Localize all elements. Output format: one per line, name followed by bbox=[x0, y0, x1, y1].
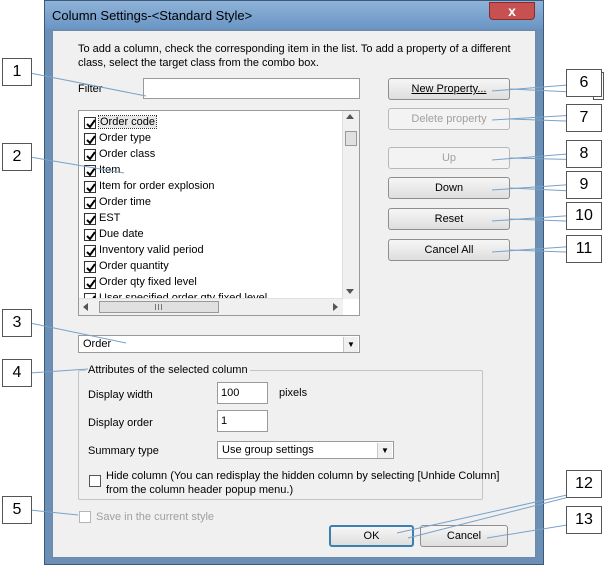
callout-9: 9 bbox=[566, 171, 602, 199]
leader-line-5 bbox=[29, 509, 79, 516]
callout-6: 6 bbox=[566, 69, 602, 97]
callout-1: 1 bbox=[2, 58, 32, 86]
leader-line-13 bbox=[486, 524, 568, 539]
callout-leader-lines bbox=[29, 72, 594, 539]
callout-10: 10 bbox=[566, 202, 602, 230]
callout-7: 7 bbox=[566, 104, 602, 132]
callout-11: 11 bbox=[566, 235, 602, 263]
callout-2: 2 bbox=[2, 143, 32, 171]
callout-8: 8 bbox=[566, 140, 602, 168]
leader-line-12a bbox=[396, 494, 568, 534]
leader-line-4 bbox=[29, 368, 89, 374]
leader-line-12b bbox=[407, 495, 574, 539]
callout-12: 12 bbox=[566, 470, 602, 498]
leader-line-1 bbox=[29, 72, 147, 97]
callout-5: 5 bbox=[2, 496, 32, 524]
leader-line-3 bbox=[29, 322, 127, 344]
callout-13: 13 bbox=[566, 506, 602, 534]
callout-3: 3 bbox=[2, 309, 32, 337]
callout-4: 4 bbox=[2, 359, 32, 387]
leader-line-2 bbox=[29, 156, 125, 174]
